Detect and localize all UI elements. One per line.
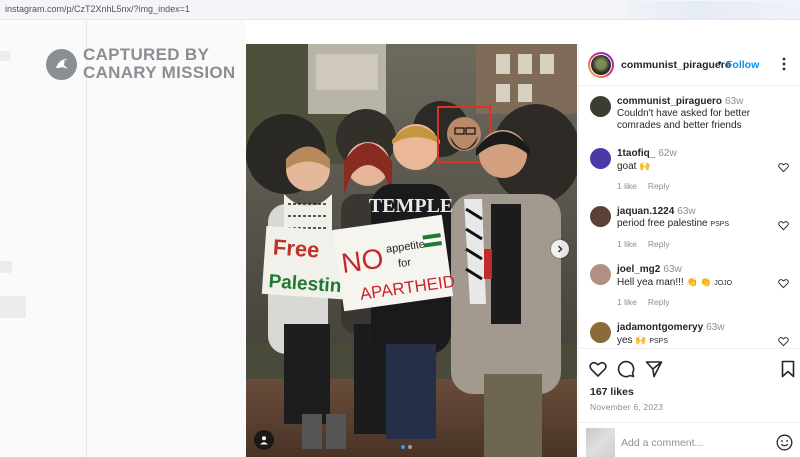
comment-time[interactable]: 63w: [725, 96, 743, 107]
carousel-dot-active: [401, 445, 405, 449]
sign-no-apartheid: NO appetite for APARTHEID: [332, 214, 456, 312]
heart-icon[interactable]: [589, 360, 607, 378]
post-actions: 167 likes November 6, 2023 Add a comment…: [579, 348, 800, 457]
comment-text: period free palestine: [617, 218, 708, 229]
add-comment-input[interactable]: Add a comment...: [621, 437, 703, 449]
url-text[interactable]: instagram.com/p/CzT2XnhL5nx/?img_index=1: [5, 4, 190, 14]
comment-username[interactable]: joel_mg2: [617, 264, 660, 275]
share-icon[interactable]: [645, 360, 663, 378]
comment-icon[interactable]: [617, 360, 635, 378]
post-header: communist_piraguero • Follow: [579, 44, 800, 86]
reply-button[interactable]: Reply: [648, 181, 670, 191]
comment-text: yes: [617, 335, 633, 346]
more-icon[interactable]: [782, 57, 786, 71]
comment-text: goat: [617, 161, 637, 172]
shirt-text: TEMPLE: [369, 195, 453, 217]
watermark-line1: CAPTURED BY: [83, 45, 210, 64]
faded-element: [0, 51, 10, 61]
current-user-avatar: [586, 428, 615, 457]
comment-username[interactable]: 1taofiq_: [617, 148, 655, 159]
comment-text: Hell yea man!!!: [617, 277, 684, 288]
carousel-dot: [408, 445, 412, 449]
avatar[interactable]: [590, 264, 611, 285]
add-comment-bar: Add a comment...: [579, 422, 800, 457]
svg-text:NO: NO: [339, 242, 385, 279]
reply-button[interactable]: Reply: [648, 239, 670, 249]
user-tag-icon: [260, 436, 268, 445]
divider: [86, 21, 87, 457]
next-image-button[interactable]: [551, 240, 569, 258]
address-bar[interactable]: instagram.com/p/CzT2XnhL5nx/?img_index=1: [0, 0, 800, 20]
canary-mission-watermark: CAPTURED BY CANARY MISSION: [46, 46, 236, 82]
toolbar-redacted: [628, 1, 800, 19]
carousel-dots: [401, 445, 412, 449]
comment-suffix: PSPS: [710, 221, 730, 228]
header-separator: •: [718, 58, 722, 69]
heart-icon[interactable]: [778, 220, 789, 231]
watermark-line2: CANARY MISSION: [83, 63, 236, 82]
faded-element: [0, 296, 26, 318]
comment-text: Couldn't have asked for better comrades …: [617, 108, 751, 131]
canary-logo-icon: [46, 48, 77, 80]
comment-time[interactable]: 62w: [658, 148, 676, 159]
author-username[interactable]: communist_piraguero: [621, 59, 731, 71]
comment-likes[interactable]: 1 like: [617, 181, 637, 191]
chevron-right-icon: [557, 245, 563, 253]
comment-username[interactable]: jaquan.1224: [617, 206, 674, 217]
page-background-left: [0, 21, 245, 457]
comment-emoji: 👏 👏: [686, 277, 712, 287]
svg-text:for: for: [397, 257, 412, 271]
post-date[interactable]: November 6, 2023: [590, 402, 663, 412]
comment-username[interactable]: communist_piraguero: [617, 96, 722, 107]
reply-button[interactable]: Reply: [648, 297, 670, 307]
heart-icon[interactable]: [778, 336, 789, 347]
comment-likes[interactable]: 1 like: [617, 297, 637, 307]
comment-emoji: 🙌: [635, 335, 647, 345]
comment-suffix: PSPS: [649, 338, 669, 345]
heart-icon[interactable]: [778, 162, 789, 173]
post-panel: communist_piraguero • Follow communist_p…: [578, 44, 800, 457]
avatar[interactable]: [590, 148, 611, 169]
comment-time[interactable]: 63w: [677, 206, 695, 217]
bookmark-icon[interactable]: [779, 360, 797, 378]
comment-likes[interactable]: 1 like: [617, 239, 637, 249]
author-avatar[interactable]: [588, 52, 614, 78]
avatar[interactable]: [590, 322, 611, 343]
avatar[interactable]: [590, 206, 611, 227]
svg-text:Free: Free: [272, 234, 320, 262]
post-photo[interactable]: TEMPLE Free Palestine NO appetite for AP…: [246, 44, 577, 457]
faded-element: [0, 261, 12, 273]
tagged-users-button[interactable]: [254, 430, 274, 450]
comment-suffix: JOJO: [714, 280, 733, 287]
avatar[interactable]: [590, 96, 611, 117]
comment-time[interactable]: 63w: [663, 264, 681, 275]
comment-emoji: 🙌: [639, 161, 651, 171]
comment-username[interactable]: jadamontgomeryy: [617, 322, 703, 333]
comment-time[interactable]: 63w: [706, 322, 724, 333]
emoji-icon[interactable]: [776, 434, 793, 451]
follow-button[interactable]: Follow: [726, 59, 759, 71]
heart-icon[interactable]: [778, 278, 789, 289]
likes-count[interactable]: 167 likes: [590, 386, 634, 398]
